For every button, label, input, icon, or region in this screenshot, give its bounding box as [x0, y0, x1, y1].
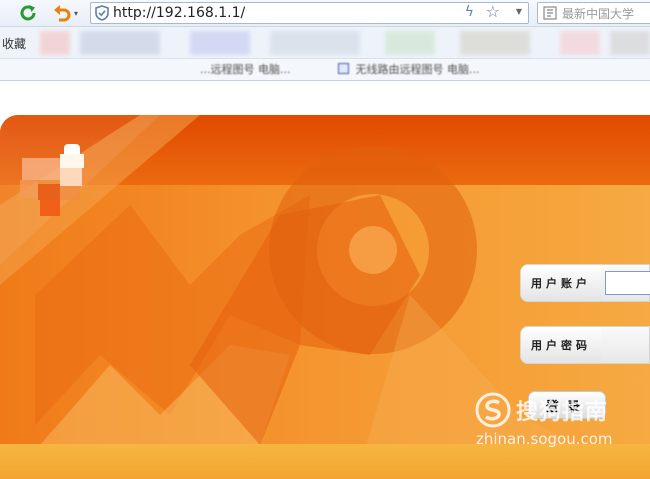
- sogou-watermark: 搜狗指南 zhinan.sogou.com: [470, 390, 650, 450]
- search-engine-icon[interactable]: [538, 6, 562, 20]
- username-label: 用户账户: [520, 264, 602, 302]
- tab-2[interactable]: 无线路由远程图号 电脑...: [338, 61, 538, 80]
- search-input[interactable]: 最新中国大学: [537, 2, 650, 24]
- browser-toolbar: ▾ http://192.168.1.1/ ϟ ☆ ▼ 最新中国大学: [0, 0, 650, 27]
- lightning-icon[interactable]: ϟ: [465, 4, 474, 20]
- username-input[interactable]: [605, 271, 650, 295]
- search-placeholder: 最新中国大学: [562, 6, 635, 21]
- star-icon[interactable]: ☆: [486, 2, 500, 21]
- router-login-page: 用户账户 用户密码 登录 搜狗指南 zhinan.sogou.com: [0, 82, 650, 479]
- router-logo: [20, 144, 102, 220]
- blurred-bookmarks: [40, 31, 650, 55]
- chevron-down-icon[interactable]: ▾: [74, 9, 78, 18]
- password-label: 用户密码: [520, 326, 602, 364]
- refresh-icon: [20, 5, 36, 21]
- favorites-label[interactable]: 收藏: [2, 35, 26, 52]
- watermark-title: 搜狗指南: [516, 400, 609, 425]
- tab-1[interactable]: ...远程图号 电脑...: [200, 61, 330, 80]
- refresh-button[interactable]: [18, 3, 38, 23]
- chevron-down-icon[interactable]: ▼: [516, 7, 522, 16]
- username-label-text: 用户账户: [531, 277, 591, 290]
- tab-2-label: 无线路由远程图号 电脑...: [355, 63, 480, 76]
- password-field-frame: [601, 326, 650, 364]
- undo-button[interactable]: ▾: [48, 3, 82, 23]
- shield-icon: [91, 3, 113, 23]
- password-label-text: 用户密码: [531, 339, 591, 352]
- tab-bar: ...远程图号 电脑... 无线路由远程图号 电脑...: [0, 59, 650, 81]
- tab-1-label: ...远程图号 电脑...: [200, 63, 291, 76]
- page-icon: [338, 63, 349, 74]
- address-bar[interactable]: http://192.168.1.1/ ϟ ☆ ▼: [90, 2, 529, 24]
- sogou-logo-icon: [475, 392, 511, 428]
- username-field-frame: [601, 264, 650, 302]
- watermark-url: zhinan.sogou.com: [476, 430, 613, 448]
- favorites-bar: 收藏: [0, 27, 650, 59]
- undo-icon: [53, 5, 71, 22]
